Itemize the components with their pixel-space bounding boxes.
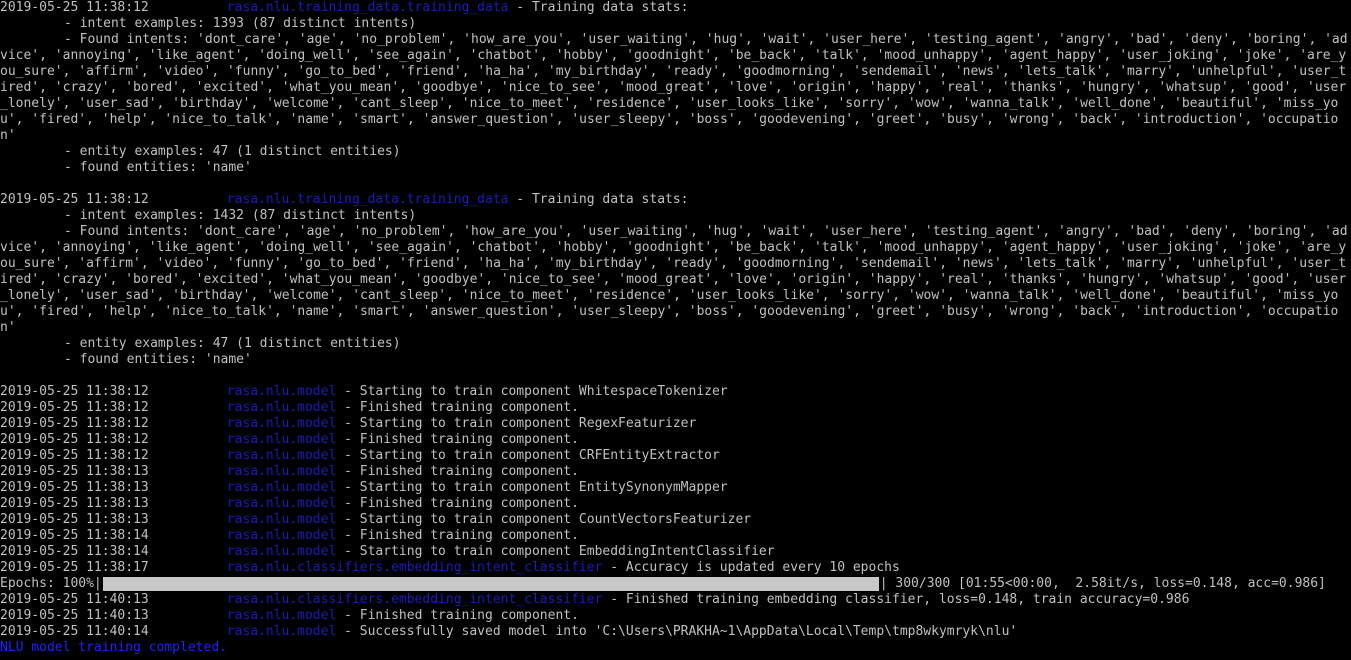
timestamp: 2019-05-25 11:40:14 — [0, 624, 149, 639]
log-message: - Successfully saved model into 'C:\User… — [336, 624, 1018, 639]
log-line: 2019-05-25 11:40:14 rasa.nlu.model - Succ… — [0, 624, 1351, 640]
entity-examples: - entity examples: 47 (1 distinct entiti… — [64, 144, 401, 159]
log-line: 2019-05-25 11:40:13 rasa.nlu.model - Fini… — [0, 608, 1351, 624]
log-line: 2019-05-25 11:38:12 rasa.nlu.model - Fini… — [0, 432, 1351, 448]
module-name: rasa.nlu.model — [226, 400, 337, 415]
progress-label: Epochs: 100% — [0, 576, 94, 591]
timestamp: 2019-05-25 11:38:13 — [0, 464, 149, 479]
module-name: rasa.nlu.training_data.training_data — [226, 0, 509, 15]
timestamp: 2019-05-25 11:38:12 — [0, 192, 149, 207]
epochs-progress: Epochs: 100% | | 300/300 [01:55<00:00, 2.5… — [0, 576, 1326, 591]
log-message: - Finished training embedding classifier… — [602, 592, 1190, 607]
module-name: rasa.nlu.model — [226, 480, 337, 495]
log-line: 2019-05-25 11:38:12 rasa.nlu.model - Star… — [0, 448, 1351, 464]
module-name: rasa.nlu.model — [226, 528, 337, 543]
module-name: rasa.nlu.model — [226, 416, 337, 431]
module-name: rasa.nlu.classifiers.embedding_intent_cl… — [226, 560, 603, 575]
intent-examples: - intent examples: 1393 (87 distinct int… — [64, 16, 417, 31]
module-name: rasa.nlu.model — [226, 464, 337, 479]
module-name: rasa.nlu.model — [226, 544, 337, 559]
log-line: 2019-05-25 11:38:13 rasa.nlu.model - Fini… — [0, 496, 1351, 512]
module-name: rasa.nlu.classifiers.embedding_intent_cl… — [226, 592, 603, 607]
timestamp: 2019-05-25 11:38:14 — [0, 544, 149, 559]
timestamp: 2019-05-25 11:38:12 — [0, 400, 149, 415]
timestamp: 2019-05-25 11:38:12 — [0, 432, 149, 447]
log-line: 2019-05-25 11:38:12 rasa.nlu.model - Fini… — [0, 400, 1351, 416]
timestamp: 2019-05-25 11:38:13 — [0, 512, 149, 527]
log-line: 2019-05-25 11:38:13 rasa.nlu.model - Star… — [0, 512, 1351, 528]
log-line: 2019-05-25 11:38:12 rasa.nlu.training_dat… — [0, 0, 1351, 16]
module-name: rasa.nlu.model — [226, 432, 337, 447]
log-line: 2019-05-25 11:40:13 rasa.nlu.classifiers.… — [0, 592, 1351, 608]
stats-block: 2019-05-25 11:38:12 rasa.nlu.training_dat… — [0, 0, 1351, 176]
module-name: rasa.nlu.model — [226, 512, 337, 527]
module-name: rasa.nlu.model — [226, 608, 337, 623]
timestamp: 2019-05-25 11:38:12 — [0, 448, 149, 463]
log-message: - Starting to train component CountVecto… — [336, 512, 752, 527]
log-message: - Accuracy is updated every 10 epochs — [602, 560, 900, 575]
progress-stats: 300/300 [01:55<00:00, 2.58it/s, loss=0.1… — [895, 576, 1326, 591]
entity-examples: - entity examples: 47 (1 distinct entiti… — [64, 336, 401, 351]
log-message: - Training data stats: — [508, 192, 689, 207]
timestamp: 2019-05-25 11:38:13 — [0, 496, 149, 511]
found-entities: - found entities: 'name' — [64, 352, 252, 367]
log-message: - Training data stats: — [508, 0, 689, 15]
timestamp: 2019-05-25 11:38:14 — [0, 528, 149, 543]
log-line: 2019-05-25 11:38:12 rasa.nlu.model - Star… — [0, 384, 1351, 400]
post-training-log: 2019-05-25 11:40:13 rasa.nlu.classifiers.… — [0, 592, 1351, 640]
timestamp: 2019-05-25 11:38:17 — [0, 560, 149, 575]
timestamp: 2019-05-25 11:38:12 — [0, 0, 149, 15]
timestamp: 2019-05-25 11:38:12 — [0, 384, 149, 399]
completion-message: NLU model training completed. — [0, 640, 227, 655]
timestamp: 2019-05-25 11:40:13 — [0, 592, 149, 607]
found-entities: - found entities: 'name' — [64, 160, 252, 175]
log-message: - Starting to train component Whitespace… — [336, 384, 728, 399]
log-line: 2019-05-25 11:38:17 rasa.nlu.classifiers.… — [0, 560, 1351, 576]
module-name: rasa.nlu.model — [226, 448, 337, 463]
log-message: - Starting to train component RegexFeatu… — [336, 416, 697, 431]
intent-examples: - intent examples: 1432 (87 distinct int… — [64, 208, 417, 223]
log-line: 2019-05-25 11:38:13 rasa.nlu.model - Fini… — [0, 464, 1351, 480]
log-line: 2019-05-25 11:38:13 rasa.nlu.model - Star… — [0, 480, 1351, 496]
log-message: - Finished training component. — [336, 464, 579, 479]
stats-block: 2019-05-25 11:38:12 rasa.nlu.training_dat… — [0, 192, 1351, 368]
timestamp: 2019-05-25 11:38:12 — [0, 416, 149, 431]
module-name: rasa.nlu.model — [226, 496, 337, 511]
log-line: 2019-05-25 11:38:14 rasa.nlu.model - Star… — [0, 544, 1351, 560]
log-message: - Finished training component. — [336, 400, 579, 415]
log-message: - Starting to train component EntitySyno… — [336, 480, 728, 495]
found-intents: - Found intents: 'dont_care', 'age', 'no… — [0, 224, 1348, 335]
module-name: rasa.nlu.model — [226, 624, 337, 639]
log-message: - Starting to train component CRFEntityE… — [336, 448, 720, 463]
training-log: 2019-05-25 11:38:12 rasa.nlu.model - Star… — [0, 384, 1351, 576]
module-name: rasa.nlu.model — [226, 384, 337, 399]
log-message: - Finished training component. — [336, 496, 579, 511]
log-message: - Starting to train component EmbeddingI… — [336, 544, 775, 559]
log-line: 2019-05-25 11:38:14 rasa.nlu.model - Fini… — [0, 528, 1351, 544]
log-line: 2019-05-25 11:38:12 rasa.nlu.model - Star… — [0, 416, 1351, 432]
progress-bar — [102, 577, 879, 591]
log-line: 2019-05-25 11:38:12 rasa.nlu.training_dat… — [0, 192, 1351, 208]
log-message: - Finished training component. — [336, 432, 579, 447]
terminal-window[interactable]: 2019-05-25 11:38:12 rasa.nlu.training_dat… — [0, 0, 1351, 660]
timestamp: 2019-05-25 11:40:13 — [0, 608, 149, 623]
timestamp: 2019-05-25 11:38:13 — [0, 480, 149, 495]
module-name: rasa.nlu.training_data.training_data — [226, 192, 509, 207]
log-message: - Finished training component. — [336, 528, 579, 543]
found-intents: - Found intents: 'dont_care', 'age', 'no… — [0, 32, 1348, 143]
log-message: - Finished training component. — [336, 608, 579, 623]
